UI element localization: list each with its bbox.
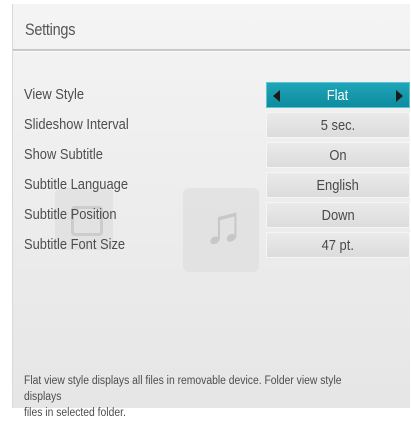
help-line: Flat view style displays all files in re… <box>24 375 342 403</box>
triangle-left-icon[interactable] <box>273 90 280 102</box>
setting-label: Show Subtitle <box>24 146 103 163</box>
settings-panel: Settings ♫ View Style Flat Slideshow Int… <box>12 4 410 419</box>
setting-label: View Style <box>24 86 84 103</box>
setting-value-selector[interactable]: On <box>266 142 410 168</box>
setting-row-subtitle-language[interactable]: Subtitle Language English <box>13 172 410 200</box>
setting-label: Subtitle Position <box>24 206 117 223</box>
setting-value: Flat <box>327 86 349 104</box>
setting-row-subtitle-font-size[interactable]: Subtitle Font Size 47 pt. <box>13 232 410 260</box>
setting-value: English <box>316 176 360 194</box>
setting-value-selector[interactable]: 47 pt. <box>266 232 410 258</box>
setting-label: Subtitle Language <box>24 176 129 193</box>
setting-label: Slideshow Interval <box>24 116 129 133</box>
setting-row-view-style[interactable]: View Style Flat <box>13 82 410 110</box>
help-line: files in selected folder. <box>24 407 126 419</box>
title-divider <box>13 49 410 52</box>
setting-value: On <box>329 146 347 164</box>
setting-value: 47 pt. <box>321 236 355 254</box>
help-text: Flat view style displays all files in re… <box>24 373 366 421</box>
setting-value: 5 sec. <box>320 116 356 134</box>
setting-value-selector[interactable]: English <box>266 172 410 198</box>
setting-row-slideshow-interval[interactable]: Slideshow Interval 5 sec. <box>13 112 410 140</box>
setting-value-selector[interactable]: Flat <box>266 82 410 108</box>
setting-row-subtitle-position[interactable]: Subtitle Position Down <box>13 202 410 230</box>
setting-value-selector[interactable]: Down <box>266 202 410 228</box>
setting-value: Down <box>321 206 355 224</box>
triangle-right-icon[interactable] <box>396 90 403 102</box>
setting-row-show-subtitle[interactable]: Show Subtitle On <box>13 142 410 170</box>
setting-label: Subtitle Font Size <box>24 236 126 253</box>
setting-value-selector[interactable]: 5 sec. <box>266 112 410 138</box>
page-title: Settings <box>25 20 76 39</box>
